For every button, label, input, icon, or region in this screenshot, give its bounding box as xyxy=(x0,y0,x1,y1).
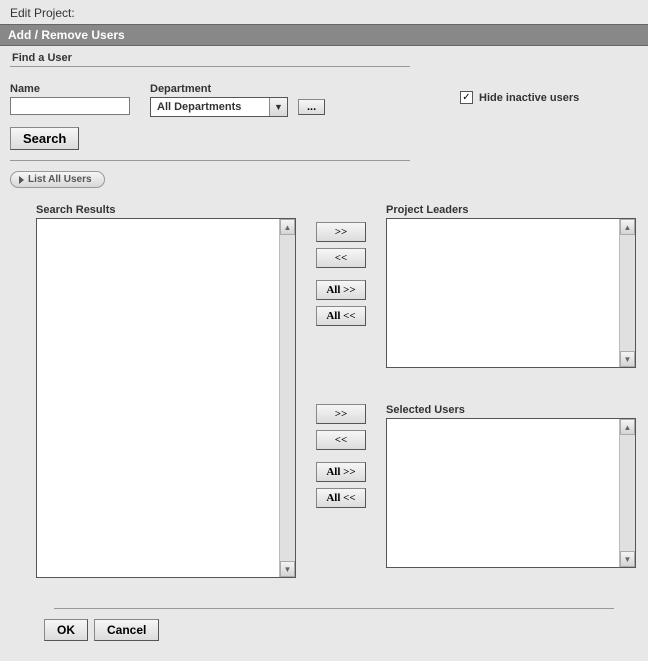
department-label: Department xyxy=(150,83,325,95)
footer-buttons: OK Cancel xyxy=(44,619,638,641)
list-all-users-button[interactable]: List All Users xyxy=(10,171,105,188)
find-row: Name Department All Departments ▼ ... xyxy=(10,83,430,117)
name-label: Name xyxy=(10,83,130,95)
scroll-up-icon[interactable]: ▲ xyxy=(620,419,635,435)
header-bar: Add / Remove Users xyxy=(0,24,648,46)
add-to-selected-button[interactable]: >> xyxy=(316,404,366,424)
right-lists-column: Project Leaders ▲ ▼ Selected Users ▲ ▼ xyxy=(386,204,636,578)
move-buttons-column: >> << All >> All << >> << All >> All << xyxy=(296,204,386,578)
cancel-button[interactable]: Cancel xyxy=(94,619,159,641)
move-group-leaders: >> << All >> All << xyxy=(316,222,366,332)
divider xyxy=(54,608,614,609)
content-area: Find a User Name Department All Departme… xyxy=(0,46,648,661)
department-select[interactable]: All Departments ▼ xyxy=(150,97,288,117)
project-leaders-listbox[interactable]: ▲ ▼ xyxy=(386,218,636,368)
hide-inactive-checkbox[interactable]: ✓ xyxy=(460,91,473,104)
hide-inactive-row: ✓ Hide inactive users xyxy=(460,91,638,104)
scrollbar[interactable]: ▲ ▼ xyxy=(619,419,635,567)
name-field-group: Name xyxy=(10,83,130,115)
remove-all-from-selected-button[interactable]: All << xyxy=(316,488,366,508)
play-icon xyxy=(19,176,24,184)
add-to-leaders-button[interactable]: >> xyxy=(316,222,366,242)
scrollbar[interactable]: ▲ ▼ xyxy=(619,219,635,367)
chevron-down-icon[interactable]: ▼ xyxy=(269,98,287,116)
department-field-group: Department All Departments ▼ ... xyxy=(150,83,325,117)
add-all-to-leaders-button[interactable]: All >> xyxy=(316,280,366,300)
divider xyxy=(10,160,410,161)
selected-users-label: Selected Users xyxy=(386,404,636,416)
search-results-column: Search Results ▲ ▼ xyxy=(36,204,296,578)
selected-users-listbox[interactable]: ▲ ▼ xyxy=(386,418,636,568)
remove-from-leaders-button[interactable]: << xyxy=(316,248,366,268)
search-results-listbox[interactable]: ▲ ▼ xyxy=(36,218,296,578)
move-group-selected: >> << All >> All << xyxy=(316,404,366,514)
scroll-up-icon[interactable]: ▲ xyxy=(280,219,295,235)
name-input[interactable] xyxy=(10,97,130,115)
find-user-section-label: Find a User xyxy=(10,50,638,66)
department-selected-value: All Departments xyxy=(151,101,269,113)
search-results-label: Search Results xyxy=(36,204,296,216)
scrollbar[interactable]: ▲ ▼ xyxy=(279,219,295,577)
scroll-down-icon[interactable]: ▼ xyxy=(280,561,295,577)
lists-area: Search Results ▲ ▼ >> << All >> All << >… xyxy=(10,204,638,578)
divider xyxy=(10,66,410,67)
window-title: Edit Project: xyxy=(0,0,648,24)
scroll-down-icon[interactable]: ▼ xyxy=(620,551,635,567)
ok-button[interactable]: OK xyxy=(44,619,88,641)
remove-all-from-leaders-button[interactable]: All << xyxy=(316,306,366,326)
list-all-users-label: List All Users xyxy=(28,174,92,185)
remove-from-selected-button[interactable]: << xyxy=(316,430,366,450)
department-browse-button[interactable]: ... xyxy=(298,99,325,115)
add-all-to-selected-button[interactable]: All >> xyxy=(316,462,366,482)
hide-inactive-label: Hide inactive users xyxy=(479,92,579,104)
search-button[interactable]: Search xyxy=(10,127,79,150)
scroll-up-icon[interactable]: ▲ xyxy=(620,219,635,235)
scroll-down-icon[interactable]: ▼ xyxy=(620,351,635,367)
project-leaders-label: Project Leaders xyxy=(386,204,636,216)
